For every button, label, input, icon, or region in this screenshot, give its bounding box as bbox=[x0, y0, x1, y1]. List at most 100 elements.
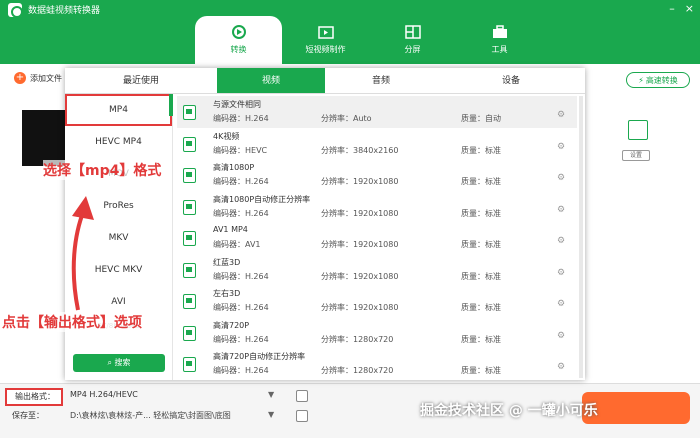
preset-quality: 质量：标准 bbox=[461, 145, 501, 155]
preset-row[interactable]: 红蓝3D 编码器：H.264 分辨率：1920x1080 质量：标准 ⚙ bbox=[177, 254, 577, 286]
preset-encoder: 编码器：H.264 bbox=[213, 114, 269, 123]
preset-resolution: 分辨率：1280x720 bbox=[321, 334, 394, 344]
add-file-button[interactable]: + 添加文件 bbox=[14, 72, 62, 84]
video-file-icon bbox=[183, 199, 196, 215]
preset-row[interactable]: 高清720P 编码器：H.264 分辨率：1280x720 质量：标准 ⚙ bbox=[177, 317, 577, 349]
preset-encoder: 编码器：H.264 bbox=[213, 271, 269, 281]
preset-quality: 质量：标准 bbox=[461, 177, 501, 186]
annotation-choose-format: 选择【mp4】格式 bbox=[43, 160, 162, 180]
gear-icon[interactable]: ⚙ bbox=[557, 362, 565, 372]
video-thumbnail[interactable] bbox=[22, 110, 70, 166]
gear-icon[interactable]: ⚙ bbox=[557, 268, 565, 278]
gear-icon[interactable]: ⚙ bbox=[557, 142, 565, 152]
preset-name: 左右3D bbox=[213, 289, 241, 298]
minimize-icon[interactable]: – bbox=[669, 2, 675, 15]
output-format-icon[interactable] bbox=[628, 120, 648, 140]
video-file-icon bbox=[183, 325, 196, 341]
nav-tab-tools[interactable]: 工具 bbox=[456, 16, 543, 64]
selection-indicator bbox=[169, 94, 173, 116]
annotation-arrow bbox=[71, 196, 94, 311]
preset-name: 与源文件相同 bbox=[213, 100, 261, 109]
plus-icon: + bbox=[14, 72, 26, 84]
folder-icon[interactable] bbox=[296, 410, 308, 422]
preset-resolution: 分辨率：1920x1080 bbox=[321, 240, 399, 249]
format-category-tabs: 最近使用 视频 音频 设备 bbox=[65, 68, 585, 94]
save-path-value[interactable]: D:\袁林炫\袁林炫-产... 轻松搞定\封面图\底图 bbox=[70, 410, 231, 421]
video-file-icon bbox=[183, 357, 196, 372]
preset-scrollbar[interactable] bbox=[579, 96, 583, 378]
main-nav: 转换 短视频制作 分屏 工具 bbox=[195, 16, 543, 64]
video-file-icon bbox=[183, 168, 196, 183]
preset-row[interactable]: 高清1080P自动修正分辨率 编码器：H.264 分辨率：1920x1080 质量：标… bbox=[177, 191, 577, 223]
nav-tab-label: 转换 bbox=[230, 45, 247, 54]
add-file-label: 添加文件 bbox=[30, 73, 62, 83]
video-file-icon bbox=[183, 262, 196, 278]
search-icon: ⌕ bbox=[107, 358, 115, 367]
tab-device[interactable]: 设备 bbox=[437, 68, 585, 93]
preset-row[interactable]: 左右3D 编码器：H.264 分辨率：1920x1080 质量：标准 ⚙ bbox=[177, 285, 577, 317]
preset-encoder: 编码器：H.264 bbox=[213, 303, 269, 312]
preset-name: 高清720P bbox=[213, 320, 250, 330]
output-settings-icon[interactable] bbox=[296, 390, 308, 402]
nav-tab-short-video[interactable]: 短视频制作 bbox=[282, 16, 369, 64]
preset-resolution: 分辨率：Auto bbox=[321, 114, 372, 123]
video-file-icon bbox=[183, 136, 196, 152]
preset-name: 高清720P自动修正分辨率 bbox=[213, 352, 306, 361]
preset-resolution: 分辨率：3840x2160 bbox=[321, 145, 399, 155]
gear-icon[interactable]: ⚙ bbox=[557, 331, 565, 341]
close-icon[interactable]: × bbox=[685, 2, 694, 15]
tab-audio[interactable]: 音频 bbox=[325, 68, 437, 93]
preset-quality: 质量：标准 bbox=[461, 303, 501, 312]
preset-encoder: 编码器：H.264 bbox=[213, 208, 269, 218]
watermark: 掘金技术社区 @ 一罐小可乐 bbox=[420, 403, 598, 419]
preset-row[interactable]: AV1 MP4 编码器：AV1 分辨率：1920x1080 质量：标准 ⚙ bbox=[177, 222, 577, 254]
speed-convert-toggle[interactable]: ⚡ 高速转换 bbox=[626, 72, 690, 88]
preset-resolution: 分辨率：1920x1080 bbox=[321, 177, 399, 186]
save-to-label: 保存至： bbox=[12, 411, 44, 420]
video-icon bbox=[317, 26, 334, 39]
output-format-label[interactable]: 输出格式： bbox=[5, 388, 63, 406]
nav-tab-split-screen[interactable]: 分屏 bbox=[369, 16, 456, 64]
format-popup: 最近使用 视频 音频 设备 MP4 HEVC MP4 MOV ProRes MK… bbox=[65, 68, 585, 380]
gear-icon[interactable]: ⚙ bbox=[557, 299, 565, 309]
preset-name: 高清1080P自动修正分辨率 bbox=[213, 194, 311, 204]
preset-name: AV1 MP4 bbox=[213, 225, 248, 234]
gear-icon[interactable]: ⚙ bbox=[557, 236, 565, 246]
video-file-icon bbox=[183, 105, 196, 120]
tab-video[interactable]: 视频 bbox=[217, 68, 325, 93]
preset-row[interactable]: 高清1080P 编码器：H.264 分辨率：1920x1080 质量：标准 ⚙ bbox=[177, 159, 577, 191]
preset-resolution: 分辨率：1920x1080 bbox=[321, 208, 399, 218]
preset-encoder: 编码器：H.264 bbox=[213, 334, 269, 344]
video-file-icon bbox=[183, 231, 196, 246]
split-screen-icon bbox=[404, 25, 421, 39]
format-search-button[interactable]: ⌕ 搜索 bbox=[73, 354, 165, 372]
format-item-mp4[interactable]: MP4 bbox=[65, 94, 172, 126]
nav-tab-label: 工具 bbox=[491, 45, 508, 54]
output-format-value[interactable]: MP4 H.264/HEVC bbox=[70, 390, 138, 399]
preset-resolution: 分辨率：1920x1080 bbox=[321, 303, 399, 312]
chevron-down-icon[interactable]: ▼ bbox=[268, 410, 274, 419]
gear-icon[interactable]: ⚙ bbox=[557, 110, 565, 120]
settings-button[interactable]: 设置 bbox=[622, 150, 650, 161]
preset-name: 高清1080P bbox=[213, 163, 255, 172]
chevron-down-icon[interactable]: ▼ bbox=[268, 390, 274, 399]
preset-quality: 质量：标准 bbox=[461, 208, 501, 218]
format-item-hevc-mp4[interactable]: HEVC MP4 bbox=[65, 126, 172, 158]
gear-icon[interactable]: ⚙ bbox=[557, 205, 565, 215]
convert-all-button[interactable] bbox=[582, 392, 690, 424]
preset-row[interactable]: 与源文件相同 编码器：H.264 分辨率：Auto 质量：自动 ⚙ bbox=[177, 96, 577, 128]
video-file-icon bbox=[183, 294, 196, 309]
preset-quality: 质量：标准 bbox=[461, 271, 501, 281]
preset-encoder: 编码器：H.264 bbox=[213, 366, 269, 375]
nav-tab-label: 分屏 bbox=[404, 45, 421, 54]
preset-list: 与源文件相同 编码器：H.264 分辨率：Auto 质量：自动 ⚙ 4K视频 编码器：HEV… bbox=[177, 96, 577, 380]
tab-recent[interactable]: 最近使用 bbox=[65, 68, 217, 93]
nav-tab-convert[interactable]: 转换 bbox=[195, 16, 282, 64]
preset-name: 4K视频 bbox=[213, 131, 240, 141]
gear-icon[interactable]: ⚙ bbox=[557, 173, 565, 183]
preset-quality: 质量：自动 bbox=[461, 114, 501, 123]
preset-row[interactable]: 高清720P自动修正分辨率 编码器：H.264 分辨率：1280x720 质量：标准 ⚙ bbox=[177, 348, 577, 380]
preset-encoder: 编码器：H.264 bbox=[213, 177, 269, 186]
preset-quality: 质量：标准 bbox=[461, 334, 501, 344]
preset-row[interactable]: 4K视频 编码器：HEVC 分辨率：3840x2160 质量：标准 ⚙ bbox=[177, 128, 577, 160]
